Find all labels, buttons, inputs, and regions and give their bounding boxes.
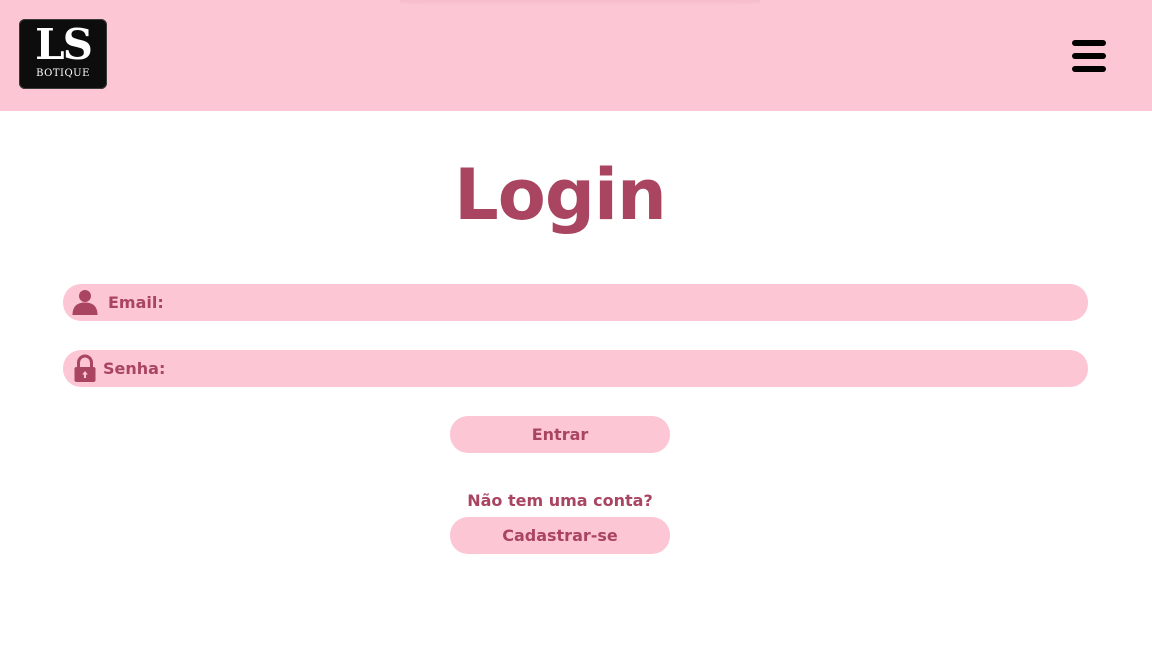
email-label: Email: [108,293,164,312]
signup-button[interactable]: Cadastrar-se [450,517,670,554]
email-input[interactable] [173,284,1072,321]
password-field[interactable]: Senha: [63,350,1088,387]
lock-icon [71,350,99,387]
site-header: LS BOTIQUE [0,0,1152,111]
signup-prompt: Não tem uma conta? [467,491,653,510]
user-icon [71,284,99,321]
password-input[interactable] [173,350,1072,387]
hamburger-menu-icon[interactable] [1072,40,1106,72]
logo-sub-text: BOTIQUE [36,68,90,79]
page-title: Login [454,154,667,236]
header-shadow [400,0,760,6]
password-label: Senha: [103,359,166,378]
email-field[interactable]: Email: [63,284,1088,321]
logo-main-text: LS [35,20,93,69]
logo[interactable]: LS BOTIQUE [19,19,107,89]
login-button[interactable]: Entrar [450,416,670,453]
